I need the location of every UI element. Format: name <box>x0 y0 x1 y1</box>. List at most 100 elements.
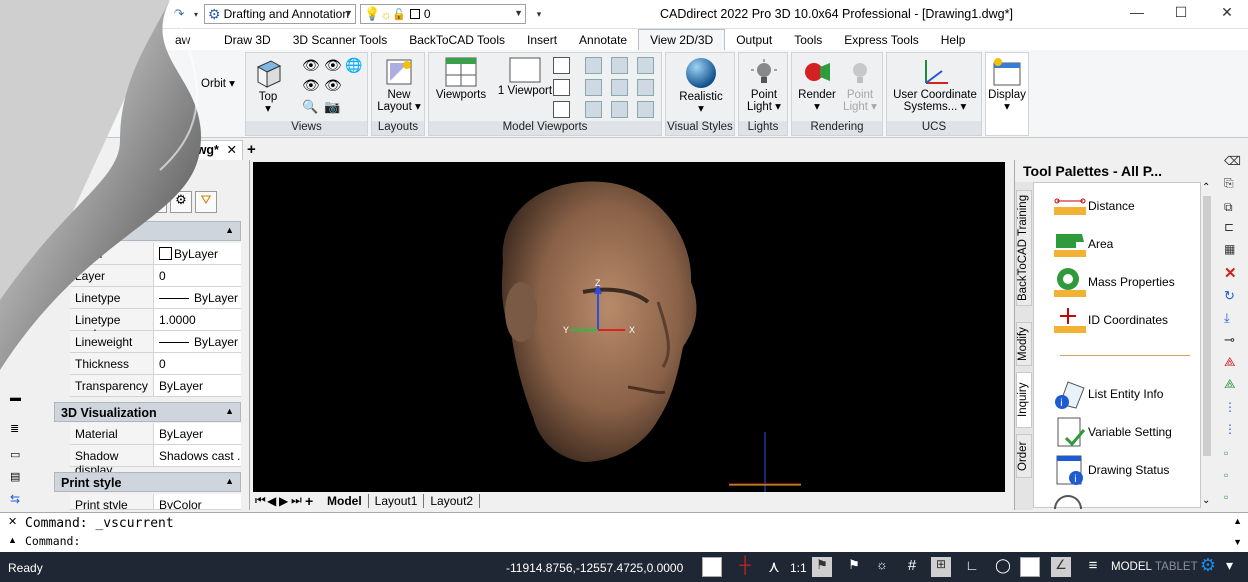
tab-3d-scanner-tools[interactable]: 3D Scanner Tools <box>282 29 399 50</box>
hatch-tool-icon[interactable]: ≣ <box>10 422 19 435</box>
tablet-toggle[interactable]: TABLET <box>1155 561 1198 573</box>
eye-icon[interactable]: 👁 <box>302 57 320 74</box>
copy-icon[interactable]: ⎘ <box>1224 176 1234 191</box>
viewport-scale-icon[interactable] <box>611 79 628 96</box>
break-at-point-icon[interactable]: ⋮ <box>1224 422 1236 436</box>
fillet-icon[interactable]: ▫ <box>1224 490 1228 504</box>
tool-drawing-status[interactable]: i Drawing Status <box>1054 455 1202 485</box>
polar-icon[interactable]: ◯ <box>993 557 1013 577</box>
render-button[interactable]: Render ▾ <box>794 57 840 113</box>
workspace-switch-icon[interactable]: ☼ <box>872 557 892 577</box>
tool-area[interactable]: Area <box>1054 229 1202 259</box>
join-icon[interactable]: ▫ <box>1224 446 1228 460</box>
command-scroll-up-icon[interactable]: ▲ <box>1233 516 1242 526</box>
property-row[interactable]: Print style ByColor <box>70 494 241 510</box>
customize-arrow-icon[interactable]: ▾ <box>530 5 548 23</box>
tab-order[interactable]: Order <box>1016 434 1032 478</box>
tab-backtocad-training[interactable]: BackToCAD Training <box>1016 190 1032 306</box>
annotation-visibility-icon[interactable]: ⚑ <box>812 557 832 577</box>
tab-tools[interactable]: Tools <box>783 29 833 50</box>
osnap-icon[interactable] <box>1020 557 1040 577</box>
print-style-section-header[interactable]: Print style ▲ <box>54 472 241 492</box>
close-button[interactable]: ✕ <box>1212 4 1242 24</box>
tool-list-entity-info[interactable]: i List Entity Info <box>1054 379 1202 409</box>
display-button[interactable]: Display ▾ <box>986 57 1028 113</box>
minimize-button[interactable]: — <box>1122 4 1152 24</box>
globe-camera-icon[interactable]: 🌐 <box>345 57 362 74</box>
infer-constraints-icon[interactable] <box>702 557 722 577</box>
eye-orbit-icon[interactable]: 👁 <box>324 57 342 74</box>
new-tab-icon[interactable]: + <box>247 141 256 158</box>
tab-insert[interactable]: Insert <box>516 29 568 50</box>
viewport-maximize-icon[interactable] <box>611 101 628 118</box>
one-viewport-button[interactable]: 1 Viewport <box>495 57 555 97</box>
eye-walk-icon[interactable]: 👁 <box>324 77 342 94</box>
prev-layout-icon[interactable]: ◀ <box>267 494 279 508</box>
maximize-button[interactable]: ☐ <box>1166 4 1196 24</box>
viewports-button[interactable]: Viewports <box>433 57 489 101</box>
viewport-quad-icon[interactable] <box>553 101 570 118</box>
status-coordinates[interactable]: -11914.8756,-12557.4725,0.0000 <box>506 561 683 575</box>
viewport-clip-icon[interactable] <box>585 79 602 96</box>
tab-annotate[interactable]: Annotate <box>568 29 638 50</box>
scroll-down-icon[interactable]: ⌄ <box>1202 495 1210 506</box>
ucs-button[interactable]: User Coordinate Systems... ▾ <box>889 57 981 113</box>
layer-select[interactable]: 💡 ☼ 🔓 0 ▼ <box>360 4 526 24</box>
model-viewport[interactable]: Z X Y <box>253 162 1005 492</box>
ortho-icon[interactable]: ∟ <box>962 557 982 577</box>
layout-tab-layout1[interactable]: Layout1 <box>369 493 425 508</box>
viewport-named-icon[interactable] <box>637 79 654 96</box>
eye-search-icon[interactable]: 🔍 <box>302 99 319 116</box>
scroll-up-icon[interactable]: ⌃ <box>1202 182 1210 193</box>
viewport-lock-icon[interactable] <box>611 57 628 74</box>
extend-icon[interactable]: ⟁ <box>1224 376 1236 392</box>
array-icon[interactable]: ▦ <box>1224 242 1235 256</box>
tab-help[interactable]: Help <box>930 29 977 50</box>
snap-icon[interactable]: ┼ <box>735 557 755 577</box>
table-tool-icon[interactable]: ▭ <box>10 448 20 461</box>
trim-icon[interactable]: ⟁ <box>1224 354 1236 370</box>
command-history-icon[interactable]: ▲ <box>8 535 17 545</box>
tool-distance[interactable]: Distance <box>1054 191 1202 221</box>
layout-tab-layout2[interactable]: Layout2 <box>424 493 481 508</box>
auto-scale-icon[interactable]: ⚑ <box>844 557 864 577</box>
tab-backtocad-tools[interactable]: BackToCAD Tools <box>398 29 516 50</box>
viewport-split-v-icon[interactable] <box>553 79 570 96</box>
delete-icon[interactable]: ✕ <box>1224 264 1237 282</box>
tool-palette-scrollbar[interactable]: ⌃ ⌄ <box>1201 182 1213 508</box>
tool-variable-setting[interactable]: Variable Setting <box>1054 417 1202 447</box>
viewport-frame-icon[interactable] <box>637 101 654 118</box>
rotate-icon[interactable]: ↻ <box>1224 288 1235 304</box>
grid-icon[interactable]: ⋏ <box>764 557 784 577</box>
next-layout-icon[interactable]: ▶ <box>279 494 291 508</box>
command-close-icon[interactable]: ✕ <box>8 515 17 528</box>
status-menu-icon[interactable]: ▾ <box>1226 557 1233 574</box>
dynamic-input-icon[interactable]: ⊞ <box>931 557 951 577</box>
property-row[interactable]: Material ByLayer <box>70 423 241 445</box>
viewport-shape-icon[interactable] <box>585 101 602 118</box>
break-icon[interactable]: ⋮ <box>1224 400 1236 414</box>
offset-icon[interactable]: ⊏ <box>1224 220 1234 234</box>
add-layout-icon[interactable]: + <box>305 493 321 509</box>
otrack-icon[interactable]: ∠ <box>1051 557 1071 577</box>
scroll-thumb[interactable] <box>1203 196 1211 456</box>
lineweight-display-icon[interactable]: ≡ <box>1083 557 1103 577</box>
grid-display-icon[interactable]: # <box>902 557 922 577</box>
viewport-convert-icon[interactable] <box>637 57 654 74</box>
eye-view-icon[interactable]: 👁 <box>302 77 320 94</box>
viewport-split-h-icon[interactable] <box>553 57 570 74</box>
3d-visualization-section-header[interactable]: 3D Visualization ▲ <box>54 402 241 422</box>
refresh-tool-icon[interactable]: ⇆ <box>10 492 20 506</box>
erase-icon[interactable]: ⌫ <box>1224 154 1241 168</box>
tab-view-2d-3d[interactable]: View 2D/3D <box>638 29 726 50</box>
chamfer-icon[interactable]: ▫ <box>1224 468 1228 482</box>
property-row[interactable]: Shadow display Shadows cast ... <box>70 445 241 477</box>
settings-gear-icon[interactable]: ⚙ <box>1198 555 1218 575</box>
camera-icon[interactable]: 📷 <box>324 99 341 116</box>
new-layout-button[interactable]: New Layout ▾ <box>376 57 422 113</box>
block-tool-icon[interactable]: ▤ <box>10 470 20 483</box>
annotation-scale[interactable]: 1:1 <box>790 561 807 575</box>
tab-express-tools[interactable]: Express Tools <box>833 29 929 50</box>
point-light-disabled-button[interactable]: Point Light ▾ <box>838 57 882 113</box>
mirror-icon[interactable]: ⧉ <box>1224 200 1233 215</box>
